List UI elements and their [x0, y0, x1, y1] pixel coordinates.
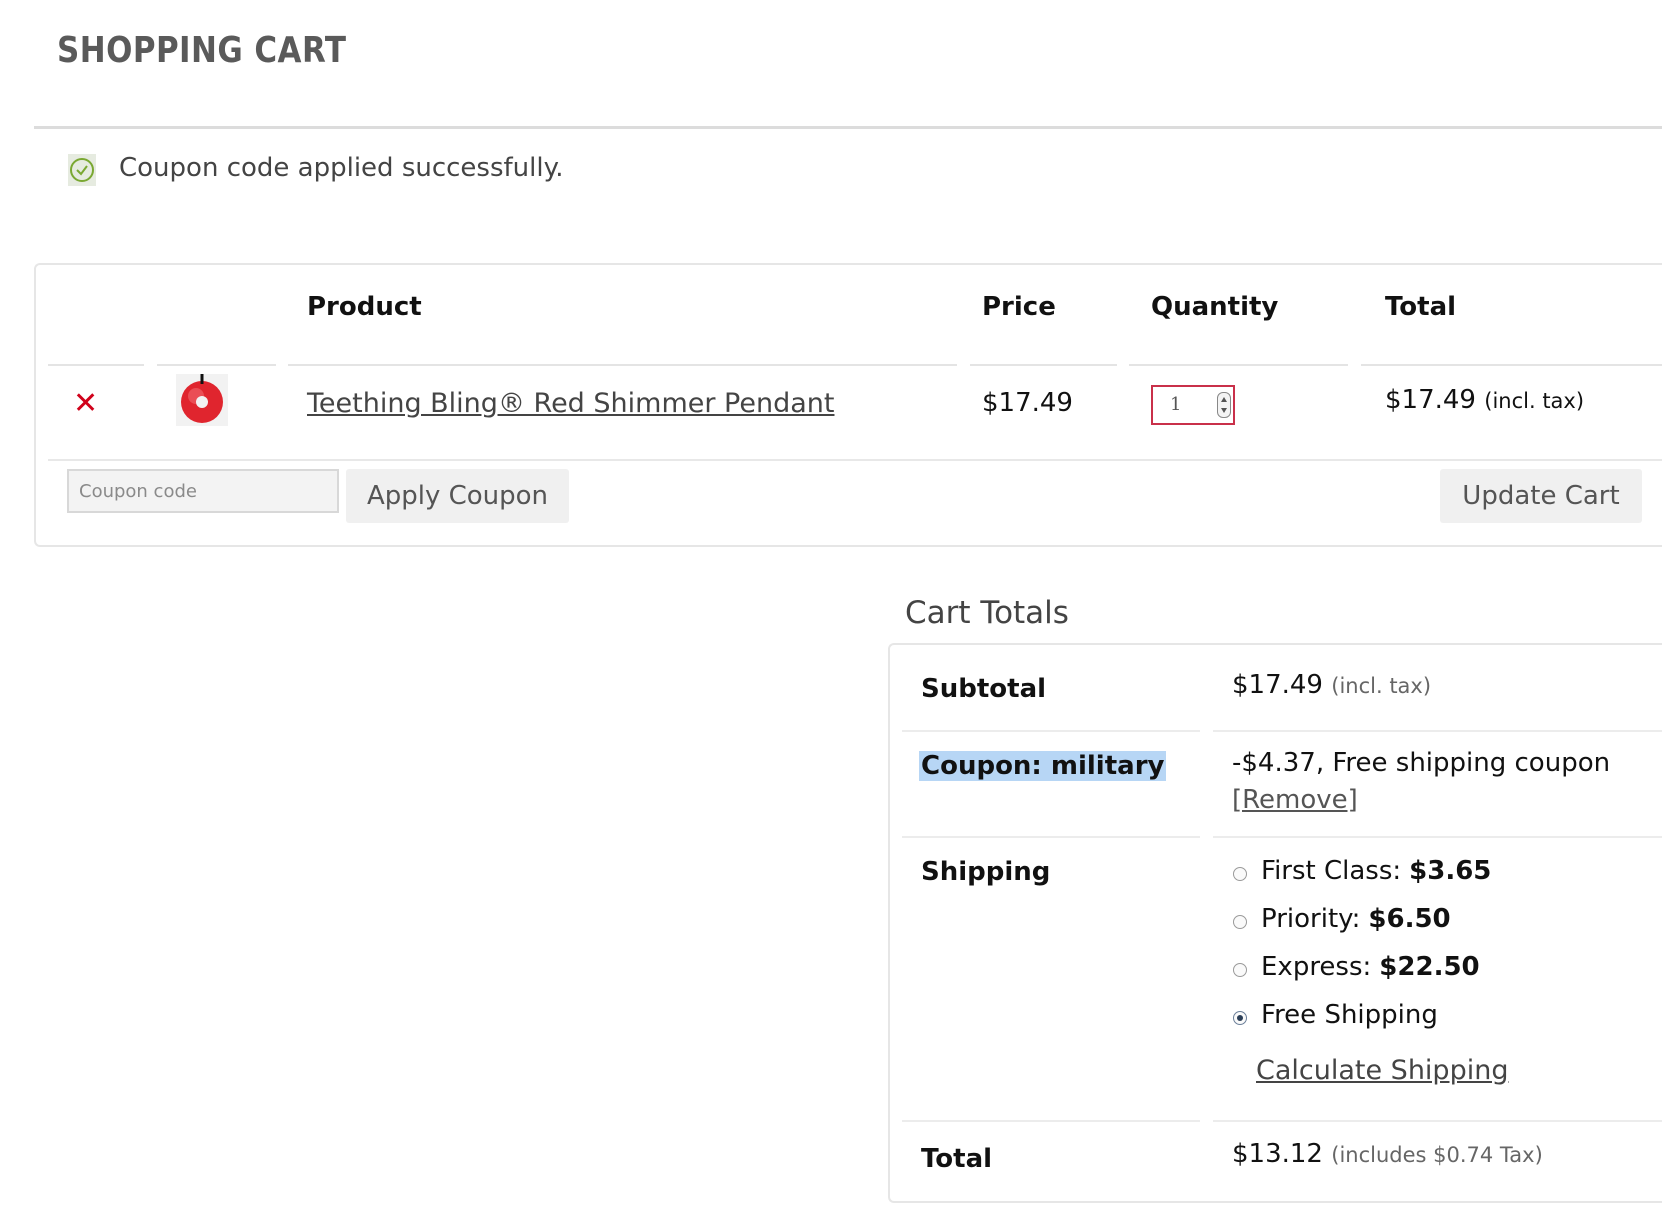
shipping-option-name: Free Shipping [1261, 1000, 1438, 1030]
page-title: SHOPPING CART [57, 30, 347, 71]
item-total-value: $17.49 [1385, 385, 1476, 415]
title-divider [34, 126, 1662, 129]
totals-divider [902, 730, 1200, 732]
column-header-product: Product [307, 292, 422, 322]
shipping-label: Shipping [921, 857, 1051, 887]
totals-divider [1213, 1120, 1662, 1122]
order-total-label: Total [921, 1144, 993, 1174]
cart-totals-title: Cart Totals [905, 595, 1069, 631]
coupon-success-message: Coupon code applied successfully. [119, 153, 564, 183]
shipping-option-first-class[interactable]: First Class: $3.65 [1233, 856, 1491, 886]
totals-divider [1213, 836, 1662, 838]
order-total-tax-note: (includes $0.74 Tax) [1331, 1143, 1543, 1167]
coupon-code-input[interactable] [67, 469, 339, 513]
shipping-option-priority[interactable]: Priority: $6.50 [1233, 904, 1451, 934]
totals-divider [902, 836, 1200, 838]
column-header-quantity: Quantity [1151, 292, 1279, 322]
shipping-radio[interactable] [1233, 963, 1247, 977]
shipping-option-price: $6.50 [1368, 904, 1451, 934]
remove-coupon-link[interactable]: [Remove] [1232, 785, 1358, 815]
header-divider [48, 364, 144, 366]
apply-coupon-button[interactable]: Apply Coupon [346, 469, 569, 523]
update-cart-button[interactable]: Update Cart [1440, 469, 1642, 523]
column-header-total: Total [1385, 292, 1457, 322]
stepper-down-icon[interactable] [1221, 408, 1227, 413]
coupon-discount-value: -$4.37, Free shipping coupon [1232, 748, 1611, 778]
shipping-option-free[interactable]: Free Shipping [1233, 1000, 1438, 1030]
item-total: $17.49 (incl. tax) [1385, 385, 1584, 415]
shipping-option-express[interactable]: Express: $22.50 [1233, 952, 1480, 982]
shipping-option-name: Express: [1261, 952, 1372, 982]
shipping-option-price: $22.50 [1379, 952, 1480, 982]
shipping-option-name: Priority: [1261, 904, 1361, 934]
shipping-radio-selected[interactable] [1233, 1011, 1247, 1025]
product-name-link[interactable]: Teething Bling® Red Shimmer Pendant [307, 388, 834, 419]
subtotal-value: $17.49 [1232, 670, 1323, 700]
item-price: $17.49 [982, 388, 1073, 418]
shipping-option-price: $3.65 [1409, 856, 1492, 886]
header-divider [1361, 364, 1662, 366]
header-divider [157, 364, 276, 366]
quantity-value[interactable]: 1 [1170, 394, 1181, 415]
subtotal-label: Subtotal [921, 674, 1047, 704]
product-thumbnail[interactable] [176, 374, 228, 426]
totals-divider [902, 1120, 1200, 1122]
order-total-value: $13.12 [1232, 1139, 1323, 1169]
header-divider [288, 364, 957, 366]
header-divider [970, 364, 1117, 366]
order-total-cell: $13.12 (includes $0.74 Tax) [1232, 1139, 1543, 1169]
item-total-tax-note: (incl. tax) [1484, 389, 1585, 413]
coupon-label: Coupon: military [919, 751, 1167, 781]
shipping-radio[interactable] [1233, 867, 1247, 881]
remove-item-button[interactable]: ✕ [73, 389, 98, 419]
shipping-option-name: First Class: [1261, 856, 1402, 886]
coupon-label-cell: Coupon: military [919, 751, 1167, 781]
subtotal-tax-note: (incl. tax) [1331, 674, 1432, 698]
check-circle-icon [68, 154, 96, 186]
shipping-radio[interactable] [1233, 915, 1247, 929]
calculate-shipping-link[interactable]: Calculate Shipping [1256, 1055, 1508, 1086]
column-header-price: Price [982, 292, 1056, 322]
header-divider [1129, 364, 1348, 366]
stepper-up-icon[interactable] [1221, 397, 1227, 402]
row-divider [48, 459, 1662, 461]
totals-divider [1213, 730, 1662, 732]
quantity-stepper[interactable] [1217, 392, 1231, 418]
subtotal-value-cell: $17.49 (incl. tax) [1232, 670, 1431, 700]
